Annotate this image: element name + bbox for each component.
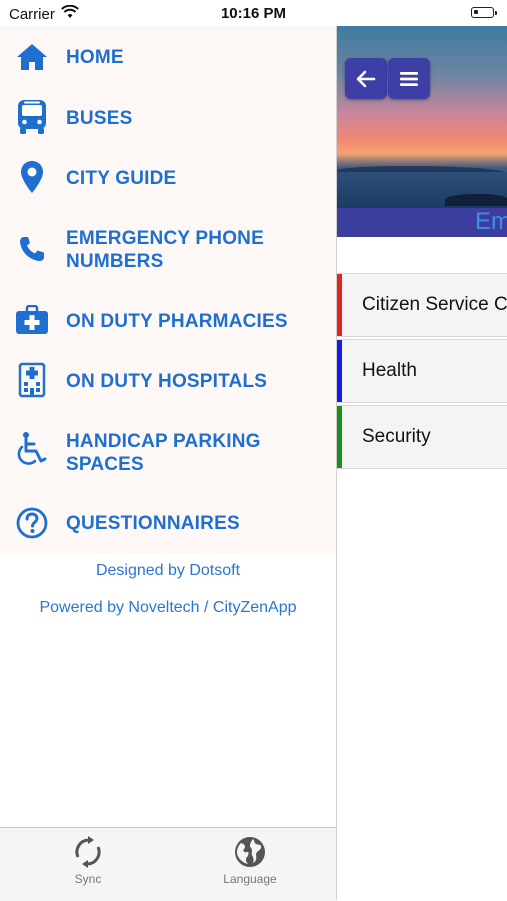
battery-icon <box>471 7 497 18</box>
category-row[interactable]: Health <box>337 339 507 403</box>
hospital-building-icon <box>12 360 52 400</box>
bus-icon <box>12 97 52 137</box>
menu-item-on-duty-hospitals[interactable]: ON DUTY HOSPITALS <box>0 356 336 406</box>
drawer-menu: HOME BUSES CITY GUIDE EMERGENCY PHONE NU… <box>0 26 336 553</box>
sync-icon <box>70 834 106 870</box>
menu-item-handicap-parking-spaces[interactable]: HANDICAP PARKING SPACES <box>0 428 336 498</box>
category-color-bar <box>337 340 342 402</box>
designed-by-credit: Designed by Dotsoft <box>95 562 241 579</box>
header-image <box>337 26 507 208</box>
menu-item-emergency-phone-numbers[interactable]: EMERGENCY PHONE NUMBERS <box>0 225 336 295</box>
menu-button[interactable] <box>388 58 430 99</box>
sync-label: Sync <box>74 872 102 886</box>
language-label: Language <box>223 872 277 886</box>
page-title: Em <box>475 208 507 235</box>
sync-button[interactable]: Sync <box>38 834 138 886</box>
category-label: Health <box>362 360 417 381</box>
home-icon <box>12 37 52 77</box>
medical-kit-icon <box>12 300 52 340</box>
arrow-left-icon <box>356 70 376 87</box>
map-pin-icon <box>12 157 52 197</box>
back-button[interactable] <box>345 58 387 99</box>
category-color-bar <box>337 406 342 468</box>
question-circle-icon <box>12 503 52 543</box>
phone-icon <box>12 229 52 269</box>
main-screen: Em Citizen Service C Health Security <box>337 26 507 900</box>
hamburger-icon <box>400 71 418 86</box>
menu-item-home[interactable]: HOME <box>0 32 336 82</box>
status-bar: Carrier 10:16 PM <box>0 0 507 26</box>
powered-by-credit: Powered by Noveltech / CityZenApp <box>39 599 297 616</box>
wheelchair-icon <box>12 430 52 470</box>
menu-item-questionnaires[interactable]: QUESTIONNAIRES <box>0 498 336 548</box>
page-title-bar: Em <box>337 208 507 237</box>
globe-icon <box>232 834 268 870</box>
menu-item-city-guide[interactable]: CITY GUIDE <box>0 153 336 203</box>
clock: 10:16 PM <box>220 5 287 22</box>
menu-item-buses[interactable]: BUSES <box>0 93 336 143</box>
language-button[interactable]: Language <box>200 834 300 886</box>
category-label: Security <box>362 426 431 447</box>
drawer-footer: Sync Language <box>0 827 336 901</box>
menu-item-on-duty-pharmacies[interactable]: ON DUTY PHARMACIES <box>0 296 336 346</box>
category-label: Citizen Service C <box>362 294 507 315</box>
category-color-bar <box>337 274 342 336</box>
category-row[interactable]: Citizen Service C <box>337 273 507 337</box>
category-row[interactable]: Security <box>337 405 507 469</box>
side-drawer: HOME BUSES CITY GUIDE EMERGENCY PHONE NU… <box>0 26 337 901</box>
